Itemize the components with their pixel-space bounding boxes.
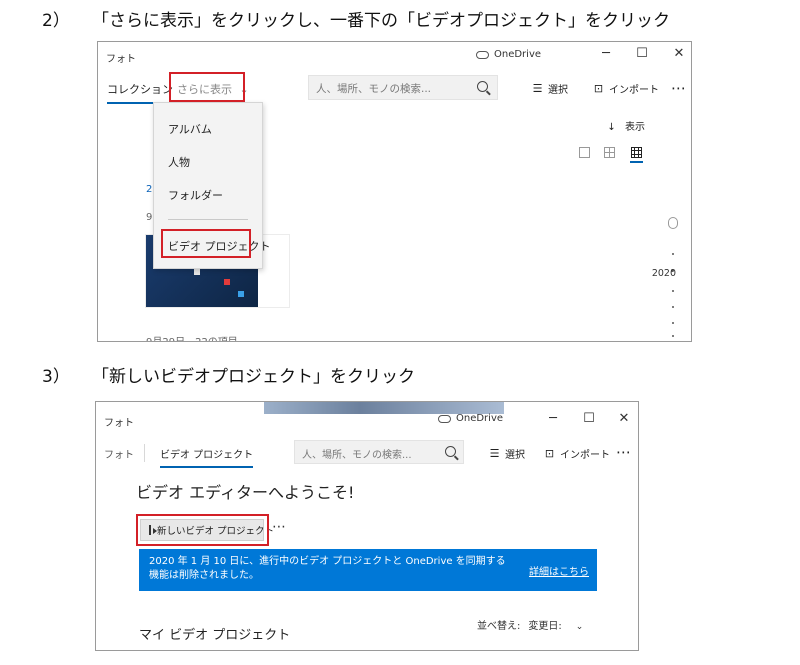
new-video-project-button[interactable]: 新しいビデオ プロジェクト xyxy=(140,519,274,541)
more-dropdown-menu: アルバム 人物 フォルダー ビデオ プロジェクト xyxy=(153,102,271,269)
menu-item-folders[interactable]: フォルダー xyxy=(168,187,223,203)
tile xyxy=(238,291,244,297)
minimize-button[interactable]: ─ xyxy=(596,46,616,61)
timeline-dot xyxy=(672,335,674,337)
photos-window-video-editor: フォト OneDrive ─ ☐ ✕ フォト ビデオ プロジェクト 人、場所、モ… xyxy=(95,401,639,651)
chevron-down-icon: ⌄ xyxy=(239,83,249,96)
checklist-icon: ☰ xyxy=(489,447,500,460)
step-number: 3） xyxy=(42,367,70,387)
view-medium-icon[interactable] xyxy=(604,147,615,158)
tab-photos[interactable]: フォト xyxy=(104,446,134,461)
step-text: 「さらに表示」をクリックし、一番下の「ビデオプロジェクト」をクリック xyxy=(92,11,670,31)
select-button[interactable]: ☰ 選択 xyxy=(532,81,568,96)
search-icon[interactable] xyxy=(445,446,456,457)
maximize-button[interactable]: ☐ xyxy=(579,411,599,426)
timeline-handle[interactable] xyxy=(668,217,678,229)
step-2-instruction: 2） 「さらに表示」をクリックし、一番下の「ビデオプロジェクト」をクリック xyxy=(42,6,670,31)
import-button[interactable]: ⊡ インポート xyxy=(593,81,659,96)
import-label: インポート xyxy=(560,450,610,461)
step-text: 「新しいビデオプロジェクト」をクリック xyxy=(92,367,415,387)
tile xyxy=(194,269,200,275)
onedrive-status[interactable]: OneDrive xyxy=(438,413,503,424)
search-icon[interactable] xyxy=(477,81,488,92)
search-placeholder: 人、場所、モノの検索... xyxy=(316,83,432,95)
more-options-icon[interactable]: ⋯ xyxy=(616,443,632,461)
tab-video-projects[interactable]: ビデオ プロジェクト xyxy=(160,446,254,468)
onedrive-label: OneDrive xyxy=(456,413,504,424)
sort-value: 変更日: xyxy=(528,621,562,632)
select-button[interactable]: ☰ 選択 xyxy=(489,446,525,461)
learn-more-link[interactable]: 詳細はこちら xyxy=(529,563,589,578)
month-fragment: 9 xyxy=(146,212,153,223)
import-button[interactable]: ⊡ インポート xyxy=(544,446,610,461)
timeline-dot xyxy=(672,306,674,308)
chevron-down-icon: ⌄ xyxy=(575,622,584,632)
import-label: インポート xyxy=(609,85,659,96)
view-small-icon[interactable] xyxy=(630,147,643,163)
banner-message: 2020 年 1 月 10 日に、進行中のビデオ プロジェクトと OneDriv… xyxy=(149,556,506,581)
new-project-more-icon[interactable]: ⋯ xyxy=(272,519,287,535)
close-button[interactable]: ✕ xyxy=(614,411,634,426)
search-placeholder: 人、場所、モノの検索... xyxy=(302,450,412,461)
timeline-dot xyxy=(672,322,674,324)
menu-divider xyxy=(168,219,248,220)
timeline-dot xyxy=(672,290,674,292)
menu-item-video-projects[interactable]: ビデオ プロジェクト xyxy=(168,238,271,254)
app-title: フォト xyxy=(106,54,136,65)
more-menu-label: さらに表示 xyxy=(177,83,232,96)
command-bar: コレクション さらに表示 ⌄ 人、場所、モノの検索... ☰ 選択 ⊡ インポー… xyxy=(98,72,691,106)
nav-divider xyxy=(144,444,145,462)
close-button[interactable]: ✕ xyxy=(669,46,689,61)
date-group-footer: 9月29日 22の項目 xyxy=(146,333,238,341)
search-input[interactable]: 人、場所、モノの検索... xyxy=(294,440,464,464)
timeline-scrubber[interactable] xyxy=(667,217,681,341)
sort-label: 並べ替え: xyxy=(477,621,521,632)
menu-item-albums[interactable]: アルバム xyxy=(168,121,212,137)
sort-button[interactable]: ↓ 表示 xyxy=(607,118,645,133)
select-label: 選択 xyxy=(505,450,525,461)
title-bar: フォト OneDrive ─ ☐ ✕ xyxy=(98,42,691,70)
cloud-icon xyxy=(476,50,489,59)
new-project-label: 新しいビデオ プロジェクト xyxy=(157,526,275,537)
welcome-heading: ビデオ エディターへようこそ! xyxy=(136,483,355,502)
photos-window-collection: フォト OneDrive ─ ☐ ✕ コレクション さらに表示 ⌄ 人、場所、モ… xyxy=(97,41,692,342)
title-bar: フォト OneDrive ─ ☐ ✕ xyxy=(96,402,638,430)
more-menu-button[interactable]: さらに表示 ⌄ xyxy=(177,81,249,97)
timeline-dot xyxy=(672,253,674,255)
minimize-button[interactable]: ─ xyxy=(543,411,563,426)
tab-collection[interactable]: コレクション xyxy=(107,81,173,104)
maximize-button[interactable]: ☐ xyxy=(632,46,652,61)
search-input[interactable]: 人、場所、モノの検索... xyxy=(308,75,498,100)
timeline-year-label: 2020 xyxy=(651,268,676,279)
arrow-down-icon: ↓ xyxy=(607,122,616,133)
more-options-icon[interactable]: ⋯ xyxy=(671,79,687,97)
import-icon: ⊡ xyxy=(544,447,555,460)
view-large-icon[interactable] xyxy=(579,147,590,158)
app-title: フォト xyxy=(104,418,134,429)
sort-label: 表示 xyxy=(625,122,645,133)
tile xyxy=(224,279,230,285)
video-project-icon xyxy=(149,525,157,535)
step-number: 2） xyxy=(42,11,70,31)
menu-item-people[interactable]: 人物 xyxy=(168,154,190,170)
checklist-icon: ☰ xyxy=(532,82,543,95)
sort-dropdown[interactable]: 並べ替え: 変更日: ⌄ xyxy=(477,617,583,632)
info-banner: 2020 年 1 月 10 日に、進行中のビデオ プロジェクトと OneDriv… xyxy=(139,549,597,591)
cloud-icon xyxy=(438,414,451,423)
onedrive-label: OneDrive xyxy=(494,49,542,60)
select-label: 選択 xyxy=(548,85,568,96)
import-icon: ⊡ xyxy=(593,82,604,95)
step-3-instruction: 3） 「新しいビデオプロジェクト」をクリック xyxy=(42,362,415,387)
my-projects-heading: マイ ビデオ プロジェクト xyxy=(139,628,291,643)
onedrive-status[interactable]: OneDrive xyxy=(476,49,541,60)
command-bar: フォト ビデオ プロジェクト 人、場所、モノの検索... ☰ 選択 ⊡ インポー… xyxy=(96,438,638,472)
